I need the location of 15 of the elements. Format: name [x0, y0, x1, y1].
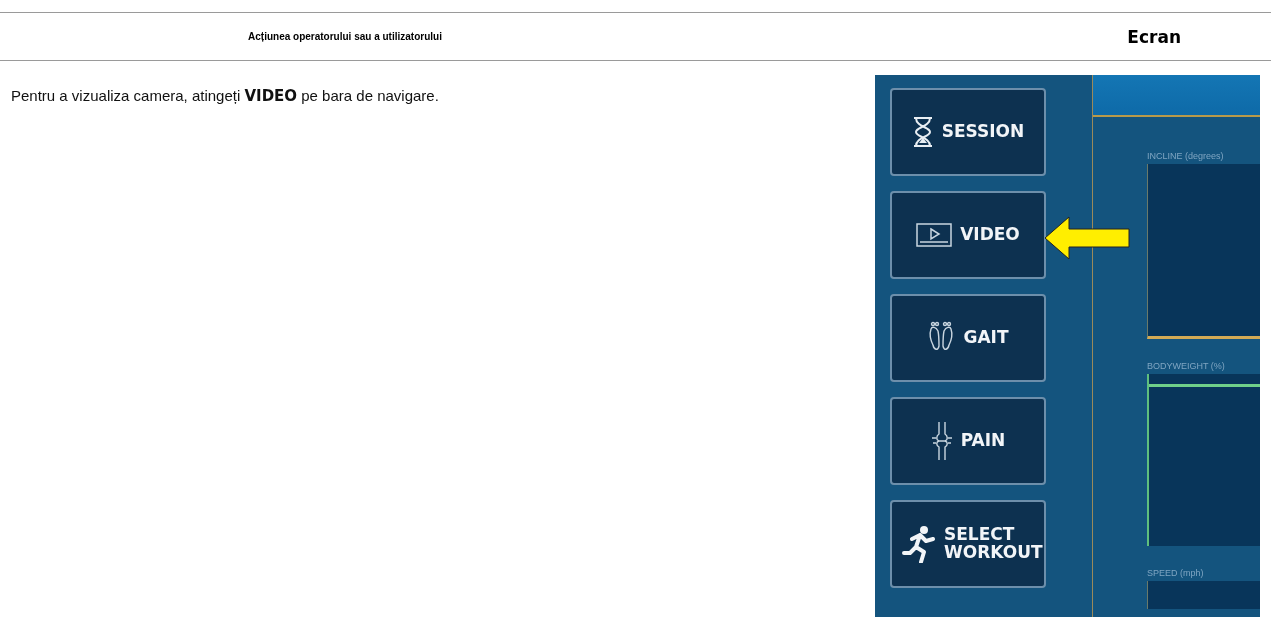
nav-button[interactable]: PAIN — [890, 397, 1046, 485]
video-player-icon — [916, 223, 953, 247]
nav-button[interactable]: SELECT WORKOUT — [890, 500, 1046, 588]
chart-label: INCLINE (degrees) — [1147, 151, 1225, 161]
nav-button[interactable]: SESSION — [890, 88, 1046, 176]
nav-button[interactable]: VIDEO — [890, 191, 1046, 279]
chart-label: BODYWEIGHT (%) — [1147, 361, 1226, 371]
instruction-text: Pentru a vizualiza camera, atingeți VIDEO pe bara de navigare. — [10, 87, 440, 107]
column-header: Ecran — [1127, 26, 1181, 47]
running-person-icon — [902, 525, 936, 563]
knee-joint-icon — [930, 421, 953, 461]
nav-button[interactable]: GAIT — [890, 294, 1046, 382]
column-header: Acțiunea operatorului sau a utilizatorului — [247, 31, 443, 42]
hourglass-icon — [911, 116, 934, 148]
chart-label: SPEED (mph) — [1147, 568, 1205, 578]
